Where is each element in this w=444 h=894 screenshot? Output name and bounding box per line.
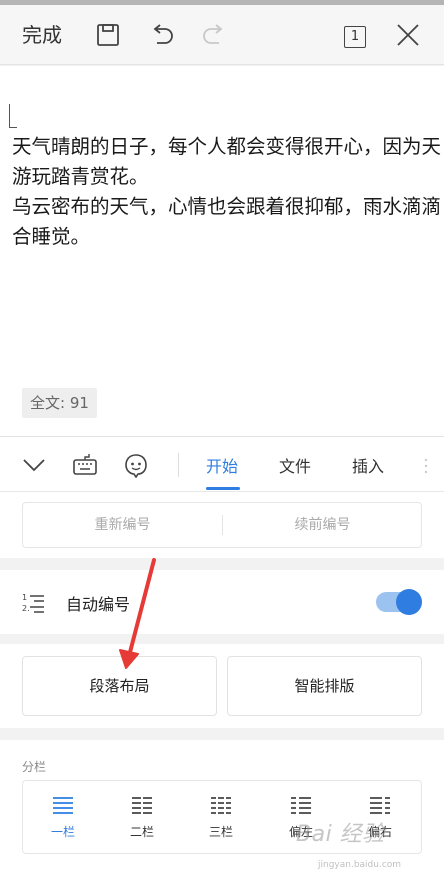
keyboard-icon[interactable] [69, 449, 101, 481]
paragraph-layout-button[interactable]: 段落布局 [22, 656, 217, 716]
auto-numbering-row: 1 2. 自动编号 [0, 570, 444, 634]
svg-text:2.: 2. [22, 604, 30, 613]
tab-insert[interactable]: 插入 [352, 453, 384, 477]
auto-numbering-label: 自动编号 [66, 595, 131, 614]
document-line: 合睡觉。 [12, 225, 91, 248]
numbering-group: 重新编号 续前编号 [22, 502, 422, 548]
columns-title: 分栏 [22, 760, 47, 774]
numbered-list-icon: 1 2. [22, 593, 44, 613]
left-column-icon [291, 797, 311, 814]
document-area[interactable]: 天气晴朗的日子，每个人都会变得很开心，因为天 游玩踏青赏花。 乌云密布的天气，心… [0, 66, 444, 436]
undo-icon[interactable] [146, 19, 178, 51]
done-button[interactable]: 完成 [22, 19, 62, 48]
column-one-option[interactable]: 一栏 [33, 789, 93, 847]
assistant-icon[interactable] [120, 449, 152, 481]
continue-numbering-button[interactable]: 续前编号 [223, 503, 422, 547]
column-two-option[interactable]: 二栏 [112, 789, 172, 847]
watermark-logo: Bai 经验 [296, 822, 385, 847]
column-option-label: 一栏 [50, 825, 75, 839]
auto-numbering-toggle[interactable] [376, 589, 422, 615]
word-count-badge[interactable]: 全文: 91 [22, 388, 97, 418]
numbering-card: 重新编号 续前编号 [0, 492, 444, 558]
document-line: 乌云密布的天气，心情也会跟着很抑郁，雨水滴滴 [12, 195, 442, 218]
top-toolbar: 完成 1 [0, 5, 444, 65]
document-text[interactable]: 天气晴朗的日子，每个人都会变得很开心，因为天 游玩踏青赏花。 乌云密布的天气，心… [12, 132, 444, 252]
tab-start[interactable]: 开始 [206, 453, 238, 477]
column-option-label: 三栏 [208, 825, 233, 839]
document-line: 天气晴朗的日子，每个人都会变得很开心，因为天 [12, 135, 442, 158]
text-cursor [8, 104, 17, 128]
tab-file[interactable]: 文件 [279, 453, 311, 477]
active-tab-indicator [206, 487, 240, 490]
smart-layout-button[interactable]: 智能排版 [227, 656, 422, 716]
svg-text:1: 1 [22, 593, 27, 602]
right-column-icon [370, 797, 390, 814]
document-line: 游玩踏青赏花。 [12, 165, 149, 188]
more-tabs-icon[interactable] [424, 457, 428, 475]
one-column-icon [53, 797, 73, 814]
two-column-icon [132, 797, 152, 814]
redo-icon[interactable] [198, 19, 230, 51]
toggle-knob [396, 589, 422, 615]
close-icon[interactable] [392, 19, 424, 51]
page-count-icon[interactable]: 1 [344, 26, 366, 48]
column-three-option[interactable]: 三栏 [191, 789, 251, 847]
layout-card: 段落布局 智能排版 [0, 644, 444, 728]
watermark-url: jingyan.baidu.com [318, 860, 402, 870]
column-option-label: 二栏 [129, 825, 154, 839]
tab-divider [178, 453, 179, 477]
three-column-icon [211, 797, 231, 814]
ribbon-tabbar: 开始 文件 插入 [0, 436, 444, 492]
restart-numbering-button[interactable]: 重新编号 [23, 503, 222, 547]
collapse-icon[interactable] [18, 449, 50, 481]
save-icon[interactable] [92, 19, 124, 51]
